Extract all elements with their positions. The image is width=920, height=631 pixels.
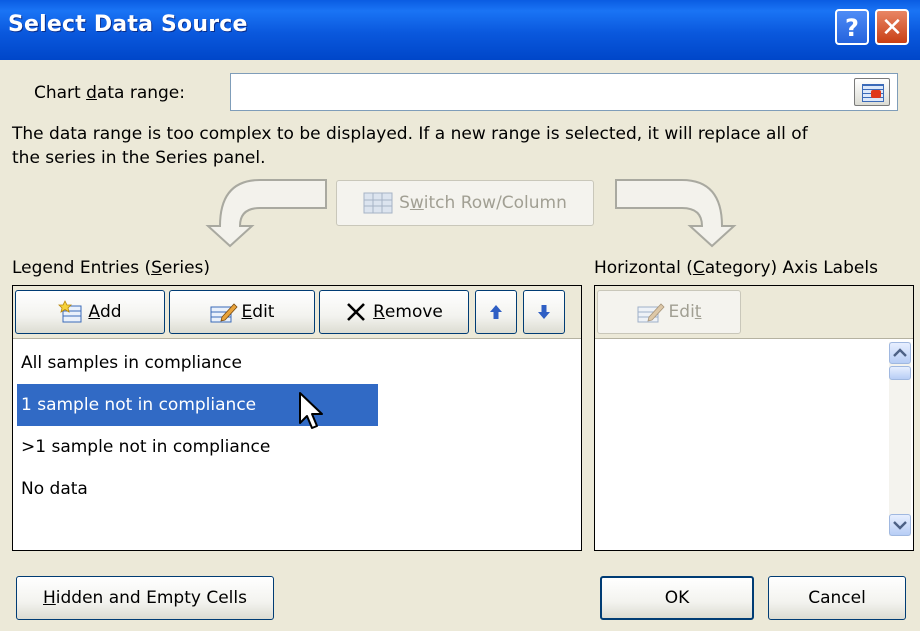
help-icon: ? [845, 14, 859, 42]
button-label-part: S [399, 193, 410, 213]
move-up-icon [490, 305, 502, 319]
title-bar[interactable]: Select Data Source ? ✕ [0, 0, 920, 60]
add-button[interactable]: Add [15, 290, 165, 334]
button-label-part: dd [100, 302, 122, 322]
scroll-down-icon [893, 521, 907, 530]
mouse-cursor-icon [299, 392, 323, 429]
button-label-accelerator: H [43, 588, 56, 608]
label-accelerator: S [151, 258, 162, 278]
range-select-button[interactable] [854, 78, 890, 106]
legend-list-item[interactable]: All samples in compliance [17, 342, 378, 384]
axis-list-scrollbar[interactable] [889, 342, 911, 536]
chart-data-range-label: Chart data range: [34, 83, 185, 103]
label-part: ata range: [96, 83, 185, 103]
chart-data-range-input[interactable] [230, 73, 898, 111]
button-label-part: dit [252, 302, 275, 322]
legend-entries-panel: Add Edit Remove All samples in complianc… [12, 285, 582, 551]
button-label-accelerator: w [409, 193, 424, 213]
message-line-2: the series in the Series panel. [12, 148, 266, 168]
axis-labels-label: Horizontal (Category) Axis Labels [594, 258, 878, 278]
legend-list-item[interactable]: No data [17, 468, 378, 510]
move-up-button[interactable] [475, 290, 517, 334]
label-part: Legend Entries ( [12, 258, 152, 278]
label-part: ategory) Axis Labels [704, 258, 878, 278]
edit-icon [637, 303, 665, 323]
scroll-down-button[interactable] [889, 514, 911, 536]
cancel-button[interactable]: Cancel [768, 576, 906, 620]
button-label-part: idden and Empty Cells [55, 588, 247, 608]
hidden-empty-cells-button[interactable]: Hidden and Empty Cells [16, 576, 274, 620]
select-data-source-dialog: Select Data Source ? ✕ Chart data range:… [0, 0, 920, 631]
label-accelerator: d [86, 83, 97, 103]
button-label-accelerator: E [241, 302, 253, 322]
button-label-part: emove [384, 302, 443, 322]
help-button[interactable]: ? [835, 9, 869, 45]
move-down-button[interactable] [523, 290, 565, 334]
edit-axis-labels-button[interactable]: Edi t [597, 290, 741, 334]
button-label-part: itch Row/Column [423, 193, 567, 213]
scroll-thumb[interactable] [889, 366, 911, 380]
edit-icon [210, 303, 238, 323]
scroll-up-icon [893, 348, 907, 357]
button-label-accelerator: A [88, 302, 101, 322]
ok-button[interactable]: OK [600, 576, 754, 620]
switch-row-column-button[interactable]: Sw itch Row/Column [336, 180, 594, 226]
close-button[interactable]: ✕ [875, 9, 909, 45]
range-select-icon-marker [871, 90, 881, 98]
button-label-accelerator: R [373, 302, 385, 322]
label-part: eries) [161, 258, 211, 278]
legend-toolbar: Add Edit Remove [13, 286, 581, 339]
cancel-label: Cancel [808, 588, 866, 608]
scroll-up-button[interactable] [889, 342, 911, 364]
message-line-1: The data range is too complex to be disp… [12, 124, 808, 144]
right-arrow-graphic [615, 179, 737, 248]
close-icon: ✕ [881, 13, 903, 43]
move-down-icon [538, 305, 550, 319]
axis-toolbar: Edi t [595, 286, 913, 339]
ok-label: OK [664, 588, 690, 608]
button-label-part: Edi [668, 302, 695, 322]
remove-button[interactable]: Remove [319, 290, 469, 334]
label-accelerator: C [692, 258, 705, 278]
dialog-title: Select Data Source [8, 12, 248, 37]
button-label-accelerator: t [694, 302, 702, 322]
edit-series-button[interactable]: Edit [169, 290, 315, 334]
left-arrow-graphic [205, 179, 327, 248]
label-part: Chart [34, 83, 87, 103]
switch-row-column-icon [363, 192, 393, 214]
axis-labels-panel: Edi t [594, 285, 914, 551]
remove-icon [347, 303, 366, 321]
add-icon [58, 300, 82, 323]
label-part: Horizontal ( [594, 258, 693, 278]
legend-entries-label: Legend Entries (Series) [12, 258, 210, 278]
